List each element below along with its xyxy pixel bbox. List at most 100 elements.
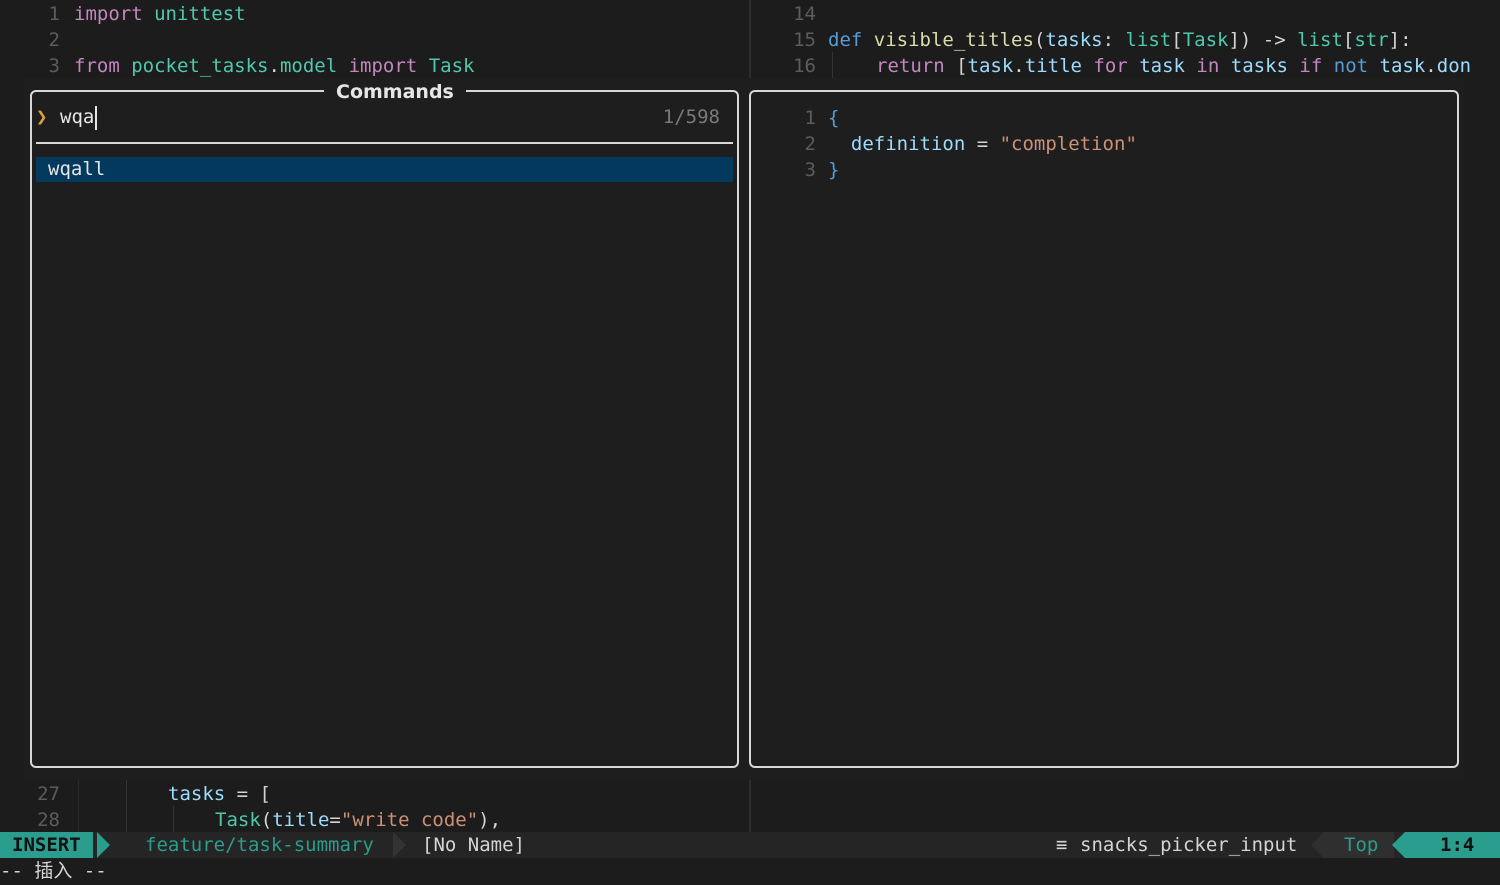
line-number: 3 [804, 159, 816, 181]
code-token: in [1196, 55, 1220, 77]
code-token: tasks [1045, 29, 1103, 51]
statusline: INSERT feature/task-summary [No Name] ≡ … [0, 832, 1500, 858]
code-token: [ [1171, 29, 1183, 51]
line-code: tasks = [ [168, 783, 271, 805]
line-code: } [828, 159, 839, 181]
code-line: 16 return [task.title for task in tasks i… [770, 53, 1471, 79]
code-token: don [1436, 55, 1472, 77]
code-token: import [348, 55, 418, 77]
code-line: 3} [770, 157, 840, 183]
code-token: tasks [1230, 55, 1288, 77]
code-token: task [1139, 55, 1185, 77]
code-token: import [74, 3, 143, 25]
code-token: unittest [154, 3, 246, 25]
git-branch-name: feature/task-summary [145, 834, 374, 856]
position-separator [1311, 832, 1324, 858]
line-number: 1 [48, 3, 60, 25]
file-type: snacks_picker_input [1080, 834, 1298, 856]
code-token: from [74, 55, 120, 77]
code-line: 1 import unittest [20, 1, 246, 27]
code-token: = [ [225, 783, 271, 805]
code-token: "write code" [340, 809, 479, 831]
code-token: return [876, 55, 945, 77]
code-token: Task [1182, 29, 1229, 51]
code-token: = [965, 133, 1000, 155]
code-token: list [1125, 29, 1172, 51]
text-cursor [95, 105, 98, 130]
code-token: list [1297, 29, 1343, 51]
line-code: return [task.title for task in tasks if … [876, 55, 1471, 77]
code-token: Task [215, 809, 261, 831]
code-token: task [1379, 55, 1426, 77]
picker-list-panel [30, 90, 739, 768]
scroll-position: Top [1344, 834, 1379, 856]
line-number: 1 [804, 107, 816, 129]
code-line: 15 def visible_titles(tasks: list[Task]) … [770, 27, 1412, 53]
code-token: } [828, 159, 840, 181]
code-line: 1{ [770, 105, 840, 131]
code-token: tasks [168, 783, 226, 805]
code-token: definition [850, 133, 966, 155]
input-separator [36, 142, 733, 144]
code-token: . [268, 55, 280, 77]
line-number: 3 [48, 55, 60, 77]
code-token: title [272, 809, 330, 831]
code-token: [ [1342, 29, 1355, 51]
code-line: 14 [770, 1, 828, 27]
line-code: definition = "completion" [828, 133, 1137, 155]
location-separator [1392, 832, 1405, 858]
code-token: if [1299, 55, 1323, 77]
picker-result-item[interactable]: wqall [36, 157, 733, 182]
code-token: pocket_tasks [131, 55, 269, 77]
code-token: . [1425, 55, 1437, 77]
line-number: 16 [793, 55, 816, 77]
code-line: 2 definition = "completion" [770, 131, 1137, 157]
picker-match-count: 1/598 [662, 106, 720, 128]
file-name: [No Name] [422, 834, 525, 856]
command-line[interactable]: -- 插入 -- [0, 858, 1500, 885]
code-line: 27 tasks = [ [20, 781, 271, 807]
picker-search-input[interactable]: wqa [60, 104, 98, 130]
code-token: ( [1033, 29, 1046, 51]
line-number: 2 [48, 29, 60, 51]
code-line: 28 Task(title="write code"), [20, 807, 501, 833]
line-number: 28 [37, 809, 60, 831]
code-token: ]: [1388, 29, 1412, 51]
line-code: from pocket_tasks.model import Task [74, 55, 474, 77]
code-token: Task [428, 55, 475, 77]
picker-query-text: wqa [60, 106, 95, 128]
cursor-location: 1:4 [1440, 834, 1475, 856]
code-token: str [1354, 29, 1389, 51]
prompt-chevron-icon: ❯ [36, 106, 48, 128]
code-token: ]) -> [1228, 29, 1298, 51]
gutter-separator [78, 780, 79, 832]
picker-title: Commands [324, 79, 466, 105]
line-code: import unittest [74, 3, 246, 25]
code-token: . [1013, 55, 1025, 77]
code-token: title [1024, 55, 1082, 77]
code-token: : [1102, 29, 1126, 51]
line-number: 27 [37, 783, 60, 805]
code-token: = [329, 809, 341, 831]
code-token: ( [260, 809, 273, 831]
line-code: { [828, 107, 839, 129]
mode-separator [97, 832, 110, 858]
code-token: "completion" [999, 133, 1137, 155]
mode-indicator: INSERT [0, 832, 93, 858]
code-token: not [1333, 55, 1369, 77]
code-token: model [279, 55, 338, 77]
code-token: task [967, 55, 1014, 77]
line-number: 2 [804, 133, 816, 155]
